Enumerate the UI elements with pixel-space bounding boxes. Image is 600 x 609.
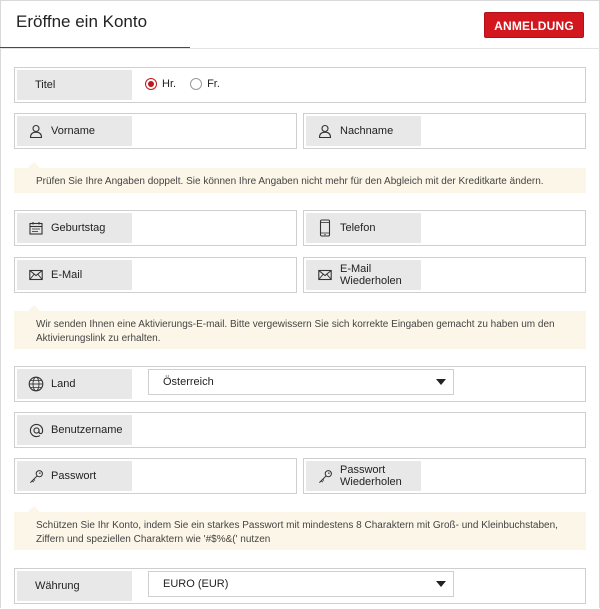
key-icon bbox=[27, 467, 45, 485]
header-divider bbox=[0, 48, 600, 49]
radio-mr-label: Hr. bbox=[162, 78, 177, 90]
page-title: Eröffne ein Konto bbox=[16, 12, 148, 31]
title-radio-group: Hr. Fr. bbox=[145, 78, 234, 90]
phone-label: Telefon bbox=[340, 222, 376, 234]
birthday-field[interactable]: Geburtstag bbox=[14, 210, 297, 246]
country-select[interactable]: Österreich bbox=[148, 369, 454, 395]
title-field: Titel Hr. Fr. bbox=[14, 67, 586, 103]
email-repeat-label: E-Mail Wiederholen bbox=[340, 263, 402, 287]
password-label: Passwort bbox=[51, 470, 97, 482]
envelope-icon bbox=[27, 266, 45, 284]
header: Eröffne ein Konto ANMELDUNG bbox=[0, 0, 600, 49]
notice-password: Schützen Sie Ihr Konto, indem Sie ein st… bbox=[14, 506, 586, 550]
title-label-box: Titel bbox=[17, 70, 132, 100]
radio-mrs[interactable] bbox=[190, 78, 203, 90]
country-label-box: Land bbox=[17, 369, 132, 399]
chevron-down-icon[interactable] bbox=[436, 379, 446, 385]
phone-label-box: Telefon bbox=[306, 213, 421, 243]
last-name-field[interactable]: Nachname bbox=[303, 113, 586, 149]
title-option-mrs[interactable]: Fr. bbox=[190, 78, 220, 90]
login-button[interactable]: ANMELDUNG bbox=[484, 12, 584, 38]
user-icon bbox=[316, 122, 334, 140]
notice-email: Wir senden Ihnen eine Aktivierungs-E-mai… bbox=[14, 305, 586, 349]
radio-mr[interactable] bbox=[145, 78, 157, 90]
password-repeat-label-line2: Wiederholen bbox=[340, 476, 402, 488]
currency-value: EURO (EUR) bbox=[163, 578, 229, 590]
country-field: Land Österreich bbox=[14, 366, 586, 402]
password-repeat-label-box: Passwort Wiederholen bbox=[306, 461, 421, 491]
notice-names: Prüfen Sie Ihre Angaben doppelt. Sie kön… bbox=[14, 162, 586, 193]
last-name-label: Nachname bbox=[340, 125, 394, 137]
email-label: E-Mail bbox=[51, 269, 83, 281]
password-repeat-label: Passwort Wiederholen bbox=[340, 464, 402, 488]
country-label: Land bbox=[51, 378, 76, 390]
title-label: Titel bbox=[35, 79, 56, 91]
envelope-icon bbox=[316, 266, 334, 284]
password-label-box: Passwort bbox=[17, 461, 132, 491]
username-field[interactable]: Benutzername bbox=[14, 412, 586, 448]
password-repeat-label-line1: Passwort bbox=[340, 464, 386, 476]
currency-select[interactable]: EURO (EUR) bbox=[148, 571, 454, 597]
key-icon bbox=[316, 467, 334, 485]
calendar-icon bbox=[27, 219, 45, 237]
password-field[interactable]: Passwort bbox=[14, 458, 297, 494]
title-option-mr[interactable]: Hr. bbox=[145, 78, 176, 90]
username-label-box: Benutzername bbox=[17, 415, 132, 445]
last-name-label-box: Nachname bbox=[306, 116, 421, 146]
username-label: Benutzername bbox=[51, 424, 123, 436]
email-repeat-label-line1: E-Mail bbox=[340, 263, 372, 275]
email-repeat-field[interactable]: E-Mail Wiederholen bbox=[303, 257, 586, 293]
country-value: Österreich bbox=[163, 376, 214, 388]
password-repeat-field[interactable]: Passwort Wiederholen bbox=[303, 458, 586, 494]
phone-field[interactable]: Telefon bbox=[303, 210, 586, 246]
email-label-box: E-Mail bbox=[17, 260, 132, 290]
first-name-label-box: Vorname bbox=[17, 116, 132, 146]
first-name-label: Vorname bbox=[51, 125, 96, 137]
birthday-label-box: Geburtstag bbox=[17, 213, 132, 243]
email-field[interactable]: E-Mail bbox=[14, 257, 297, 293]
currency-label: Währung bbox=[35, 580, 80, 592]
email-repeat-label-line2: Wiederholen bbox=[340, 275, 402, 287]
at-icon bbox=[27, 421, 45, 439]
user-icon bbox=[27, 122, 45, 140]
chevron-down-icon[interactable] bbox=[436, 581, 446, 587]
birthday-label: Geburtstag bbox=[51, 222, 106, 234]
currency-label-box: Währung bbox=[17, 571, 132, 601]
first-name-field[interactable]: Vorname bbox=[14, 113, 297, 149]
phone-icon bbox=[316, 219, 334, 237]
globe-icon bbox=[27, 375, 45, 393]
currency-field: Währung EURO (EUR) bbox=[14, 568, 586, 604]
email-repeat-label-box: E-Mail Wiederholen bbox=[306, 260, 421, 290]
radio-mrs-label: Fr. bbox=[207, 78, 220, 90]
